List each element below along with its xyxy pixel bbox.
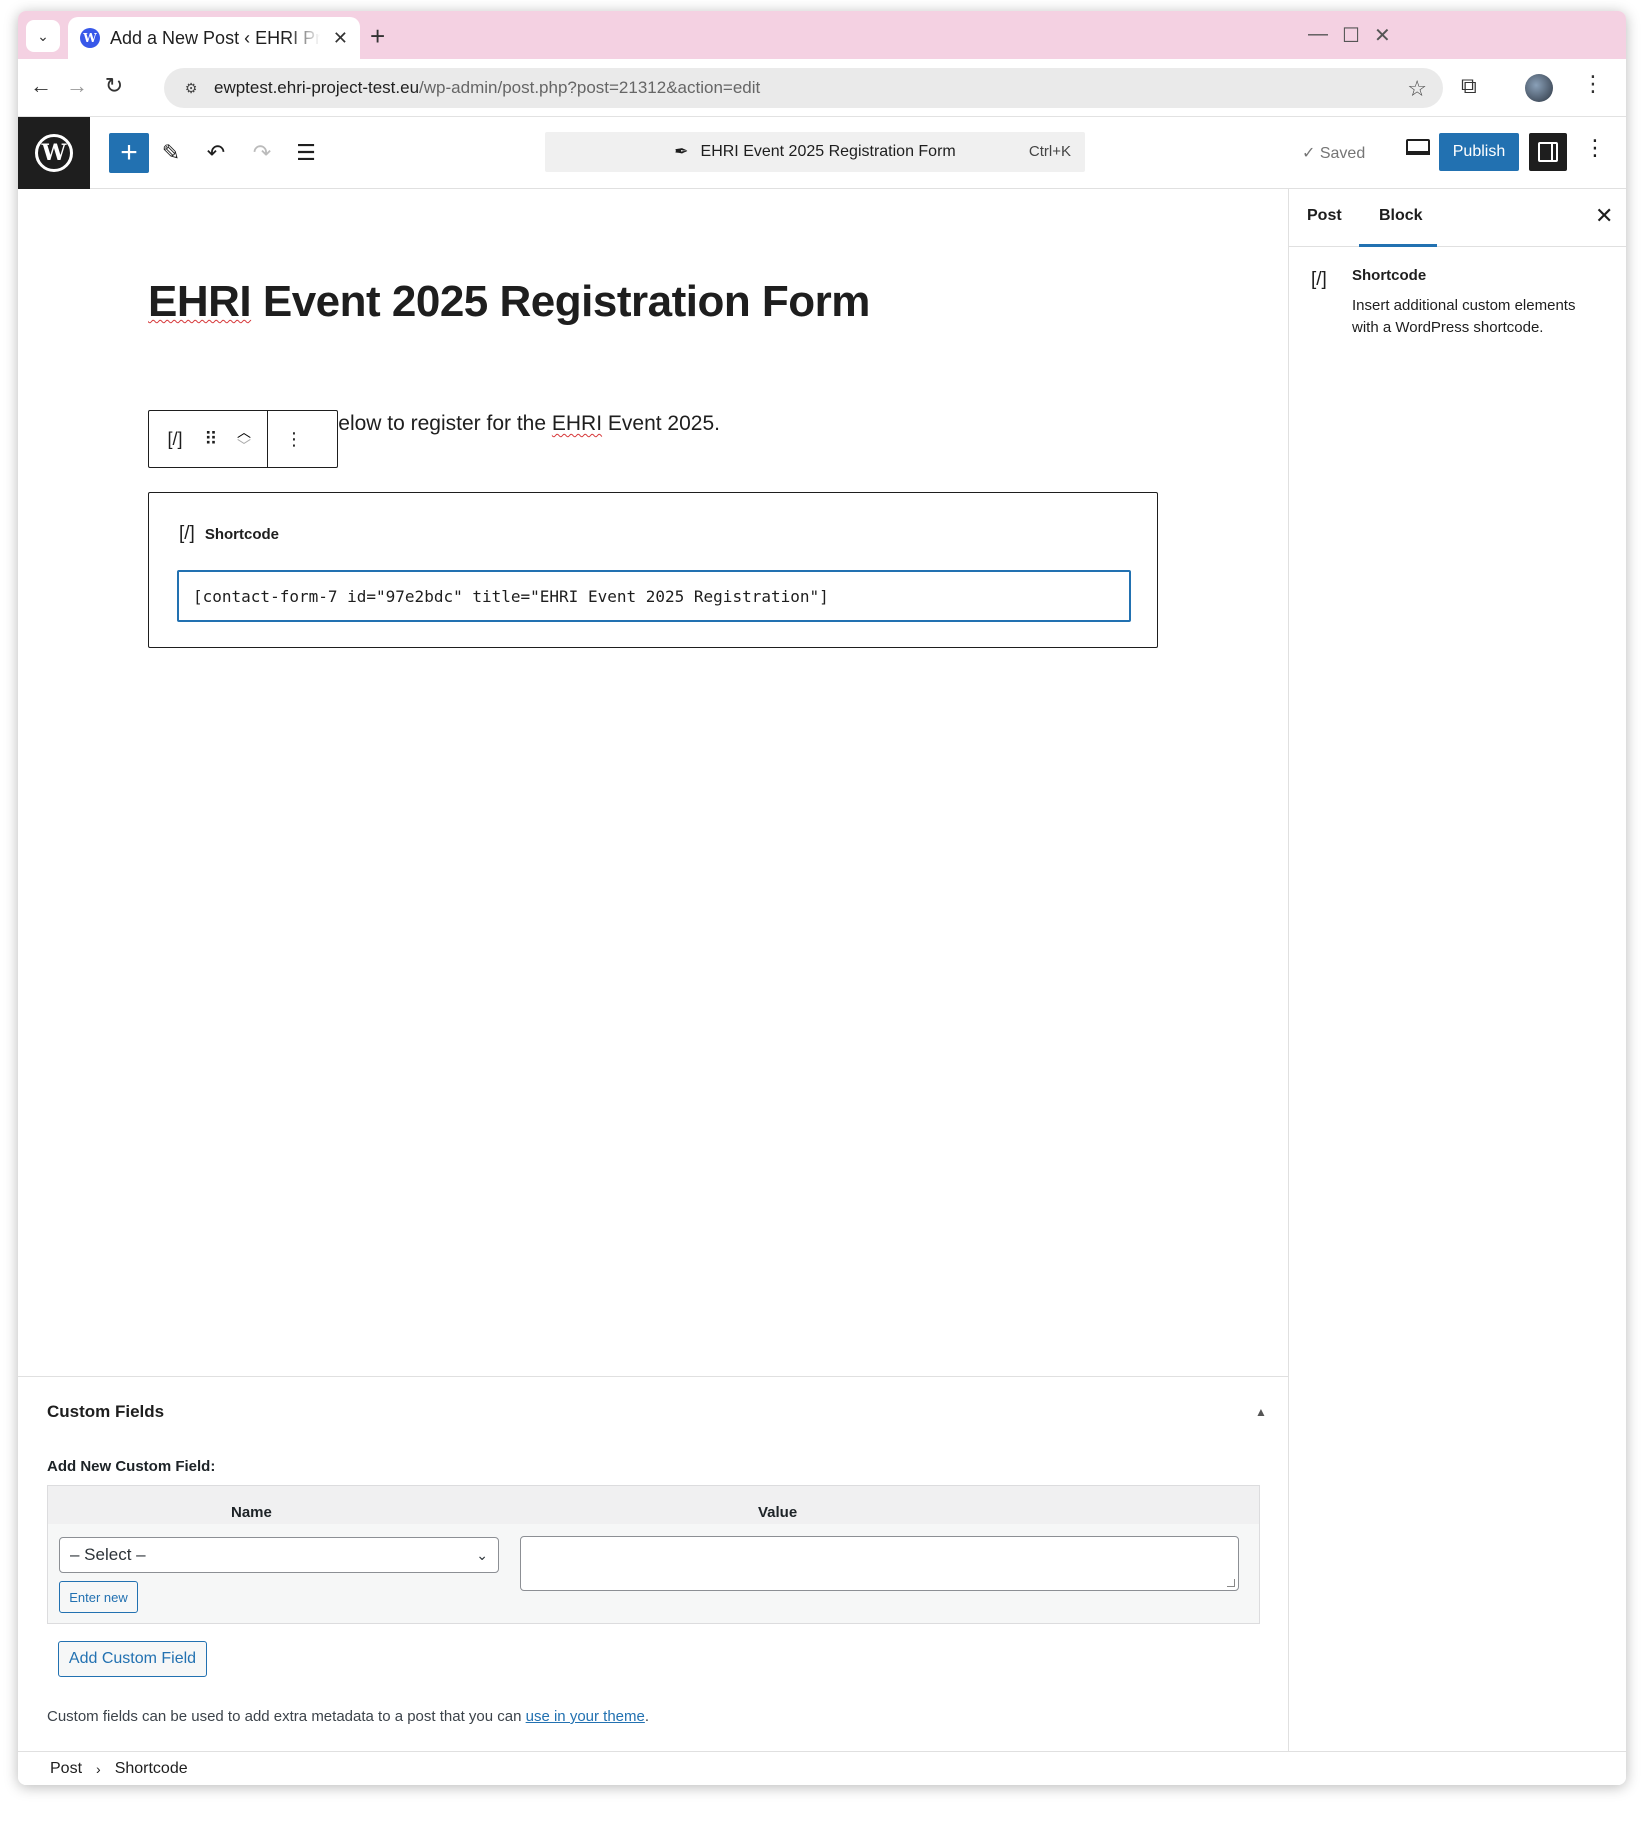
undo-icon[interactable]: ↶ bbox=[198, 135, 234, 171]
move-up-icon[interactable]: ︿ bbox=[237, 425, 251, 439]
tab-search-button[interactable]: ⌄ bbox=[26, 20, 60, 52]
block-card-title: Shortcode bbox=[1352, 267, 1427, 284]
saved-status: ✓ Saved bbox=[1302, 143, 1365, 163]
use-in-theme-link[interactable]: use in your theme bbox=[526, 1708, 645, 1725]
shortcode-icon: [/] bbox=[179, 523, 195, 544]
shortcode-input[interactable]: [contact-form-7 id="97e2bdc" title="EHRI… bbox=[177, 570, 1131, 622]
shortcode-label-text: Shortcode bbox=[204, 525, 280, 543]
note-end: . bbox=[644, 1708, 650, 1725]
select-value: – Select – bbox=[70, 1545, 146, 1564]
table-header bbox=[48, 1486, 1259, 1524]
note-text: Custom fields can be used to add extra m… bbox=[47, 1708, 526, 1725]
paragraph-visible-text: rm below to register for the EHRI Event … bbox=[296, 412, 720, 435]
block-card-description: Insert additional custom elements with a… bbox=[1352, 297, 1576, 336]
bookmark-star-icon[interactable]: ☆ bbox=[1407, 76, 1427, 102]
block-toolbar-options-group: ⋮ bbox=[267, 411, 320, 467]
column-header-value: Value bbox=[758, 1504, 798, 1521]
feather-icon: ✒ bbox=[674, 142, 689, 161]
shortcode-block[interactable]: [/] Shortcode [contact-form-7 id="97e2bd… bbox=[148, 492, 1158, 648]
sidebar-tabs: Post Block ✕ bbox=[1289, 189, 1626, 247]
redo-icon[interactable]: ↷ bbox=[244, 135, 280, 171]
breadcrumb-separator-icon: › bbox=[96, 1760, 101, 1777]
preview-device-icon[interactable] bbox=[1406, 139, 1430, 155]
post-title[interactable]: EHRI Event 2025 Registration Form bbox=[148, 277, 870, 327]
url-field[interactable]: ⚙ ewptest.ehri-project-test.eu/wp-admin/… bbox=[164, 68, 1443, 108]
custom-fields-note: Custom fields can be used to add extra m… bbox=[47, 1708, 649, 1725]
settings-toggle-button[interactable] bbox=[1529, 133, 1567, 171]
settings-sidebar: Post Block ✕ [/] Shortcode Insert additi… bbox=[1288, 189, 1626, 1751]
post-title-word-ehri: EHRI bbox=[148, 277, 252, 326]
url-text: ewptest.ehri-project-test.eu/wp-admin/po… bbox=[214, 78, 760, 98]
maximize-icon[interactable]: ☐ bbox=[1342, 23, 1360, 48]
tab-title: Add a New Post ‹ EHRI Project bbox=[110, 27, 320, 48]
block-options-icon[interactable]: ⋮ bbox=[276, 429, 312, 450]
add-custom-field-button[interactable]: Add Custom Field bbox=[58, 1641, 207, 1677]
saved-label: Saved bbox=[1319, 145, 1366, 162]
checkmark-icon: ✓ bbox=[1302, 145, 1316, 162]
shortcode-icon: [/] bbox=[1311, 269, 1327, 290]
chevron-down-icon: ⌄ bbox=[476, 1546, 488, 1563]
wordpress-favicon-icon: W bbox=[80, 28, 100, 48]
url-host: ewptest.ehri-project-test.eu bbox=[214, 78, 420, 97]
tab-post[interactable]: Post bbox=[1307, 207, 1342, 225]
reload-icon[interactable]: ↻ bbox=[99, 73, 129, 99]
extensions-icon[interactable]: ⧉ bbox=[1461, 73, 1477, 99]
sidebar-icon bbox=[1538, 142, 1558, 162]
custom-field-name-select[interactable]: – Select – ⌄ bbox=[59, 1537, 499, 1573]
site-info-icon[interactable]: ⚙ bbox=[180, 77, 202, 99]
block-toolbar-main-group: [/] ⠿ ︿ ﹀ bbox=[149, 411, 267, 467]
editor-header: W + ✎ ↶ ↷ ☰ ✒ EHRI Event 2025 Registrati… bbox=[18, 117, 1626, 189]
shortcode-block-icon[interactable]: [/] bbox=[157, 429, 193, 450]
profile-avatar[interactable] bbox=[1525, 74, 1553, 102]
collapse-toggle-icon[interactable]: ▲ bbox=[1255, 1405, 1267, 1419]
minimize-icon[interactable]: — bbox=[1308, 23, 1328, 46]
custom-field-table: Name Value – Select – ⌄ Enter new bbox=[47, 1485, 1260, 1624]
editor-canvas: EHRI Event 2025 Registration Form Please… bbox=[18, 189, 1288, 1376]
wordpress-logo-icon: W bbox=[35, 134, 73, 172]
close-tab-icon[interactable]: ✕ bbox=[333, 28, 348, 49]
block-toolbar: [/] ⠿ ︿ ﹀ ⋮ bbox=[148, 410, 338, 468]
keyboard-shortcut: Ctrl+K bbox=[1028, 143, 1071, 160]
url-path: /wp-admin/post.php?post=21312&action=edi… bbox=[419, 78, 761, 97]
close-window-icon[interactable]: ✕ bbox=[1374, 23, 1391, 48]
command-palette-bar[interactable]: ✒ EHRI Event 2025 Registration Form Ctrl… bbox=[545, 132, 1085, 172]
new-tab-icon[interactable]: + bbox=[370, 23, 385, 49]
custom-fields-metabox: Custom Fields ▲ Add New Custom Field: Na… bbox=[18, 1376, 1288, 1751]
shortcode-block-label: [/] Shortcode bbox=[179, 523, 279, 545]
document-overview-icon[interactable]: ☰ bbox=[288, 135, 324, 171]
active-tab-indicator bbox=[1359, 244, 1437, 247]
breadcrumb: Post › Shortcode bbox=[18, 1751, 1626, 1785]
document-title: EHRI Event 2025 Registration Form bbox=[700, 143, 956, 160]
move-down-icon[interactable]: ﹀ bbox=[237, 439, 251, 453]
chevron-down-icon: ⌄ bbox=[37, 27, 49, 44]
tab-block[interactable]: Block bbox=[1379, 207, 1423, 225]
block-movers: ︿ ﹀ bbox=[229, 425, 259, 453]
edit-pencil-icon[interactable]: ✎ bbox=[153, 135, 189, 171]
block-inserter-button[interactable]: + bbox=[109, 133, 149, 173]
wordpress-logo-button[interactable]: W bbox=[18, 117, 90, 189]
address-bar-row: ← → ↻ ⚙ ewptest.ehri-project-test.eu/wp-… bbox=[18, 59, 1626, 117]
options-menu-icon[interactable]: ⋮ bbox=[1584, 135, 1606, 161]
browser-tab[interactable]: W Add a New Post ‹ EHRI Project ✕ bbox=[68, 17, 360, 59]
browser-window: ⌄ W Add a New Post ‹ EHRI Project ✕ + — … bbox=[18, 11, 1626, 1785]
browser-menu-icon[interactable]: ⋮ bbox=[1582, 71, 1604, 97]
custom-fields-title[interactable]: Custom Fields bbox=[47, 1402, 164, 1422]
publish-button[interactable]: Publish bbox=[1439, 133, 1519, 171]
breadcrumb-shortcode[interactable]: Shortcode bbox=[115, 1760, 188, 1778]
enter-new-button[interactable]: Enter new bbox=[59, 1581, 138, 1613]
forward-icon[interactable]: → bbox=[62, 73, 92, 99]
add-custom-field-heading: Add New Custom Field: bbox=[47, 1458, 216, 1475]
tab-bar: ⌄ W Add a New Post ‹ EHRI Project ✕ + — … bbox=[18, 11, 1626, 59]
back-icon[interactable]: ← bbox=[26, 73, 56, 99]
drag-handle-icon[interactable]: ⠿ bbox=[193, 429, 229, 450]
close-sidebar-icon[interactable]: ✕ bbox=[1595, 203, 1613, 229]
column-header-name: Name bbox=[231, 1504, 272, 1521]
breadcrumb-post[interactable]: Post bbox=[50, 1760, 82, 1778]
custom-field-value-textarea[interactable] bbox=[520, 1536, 1239, 1591]
